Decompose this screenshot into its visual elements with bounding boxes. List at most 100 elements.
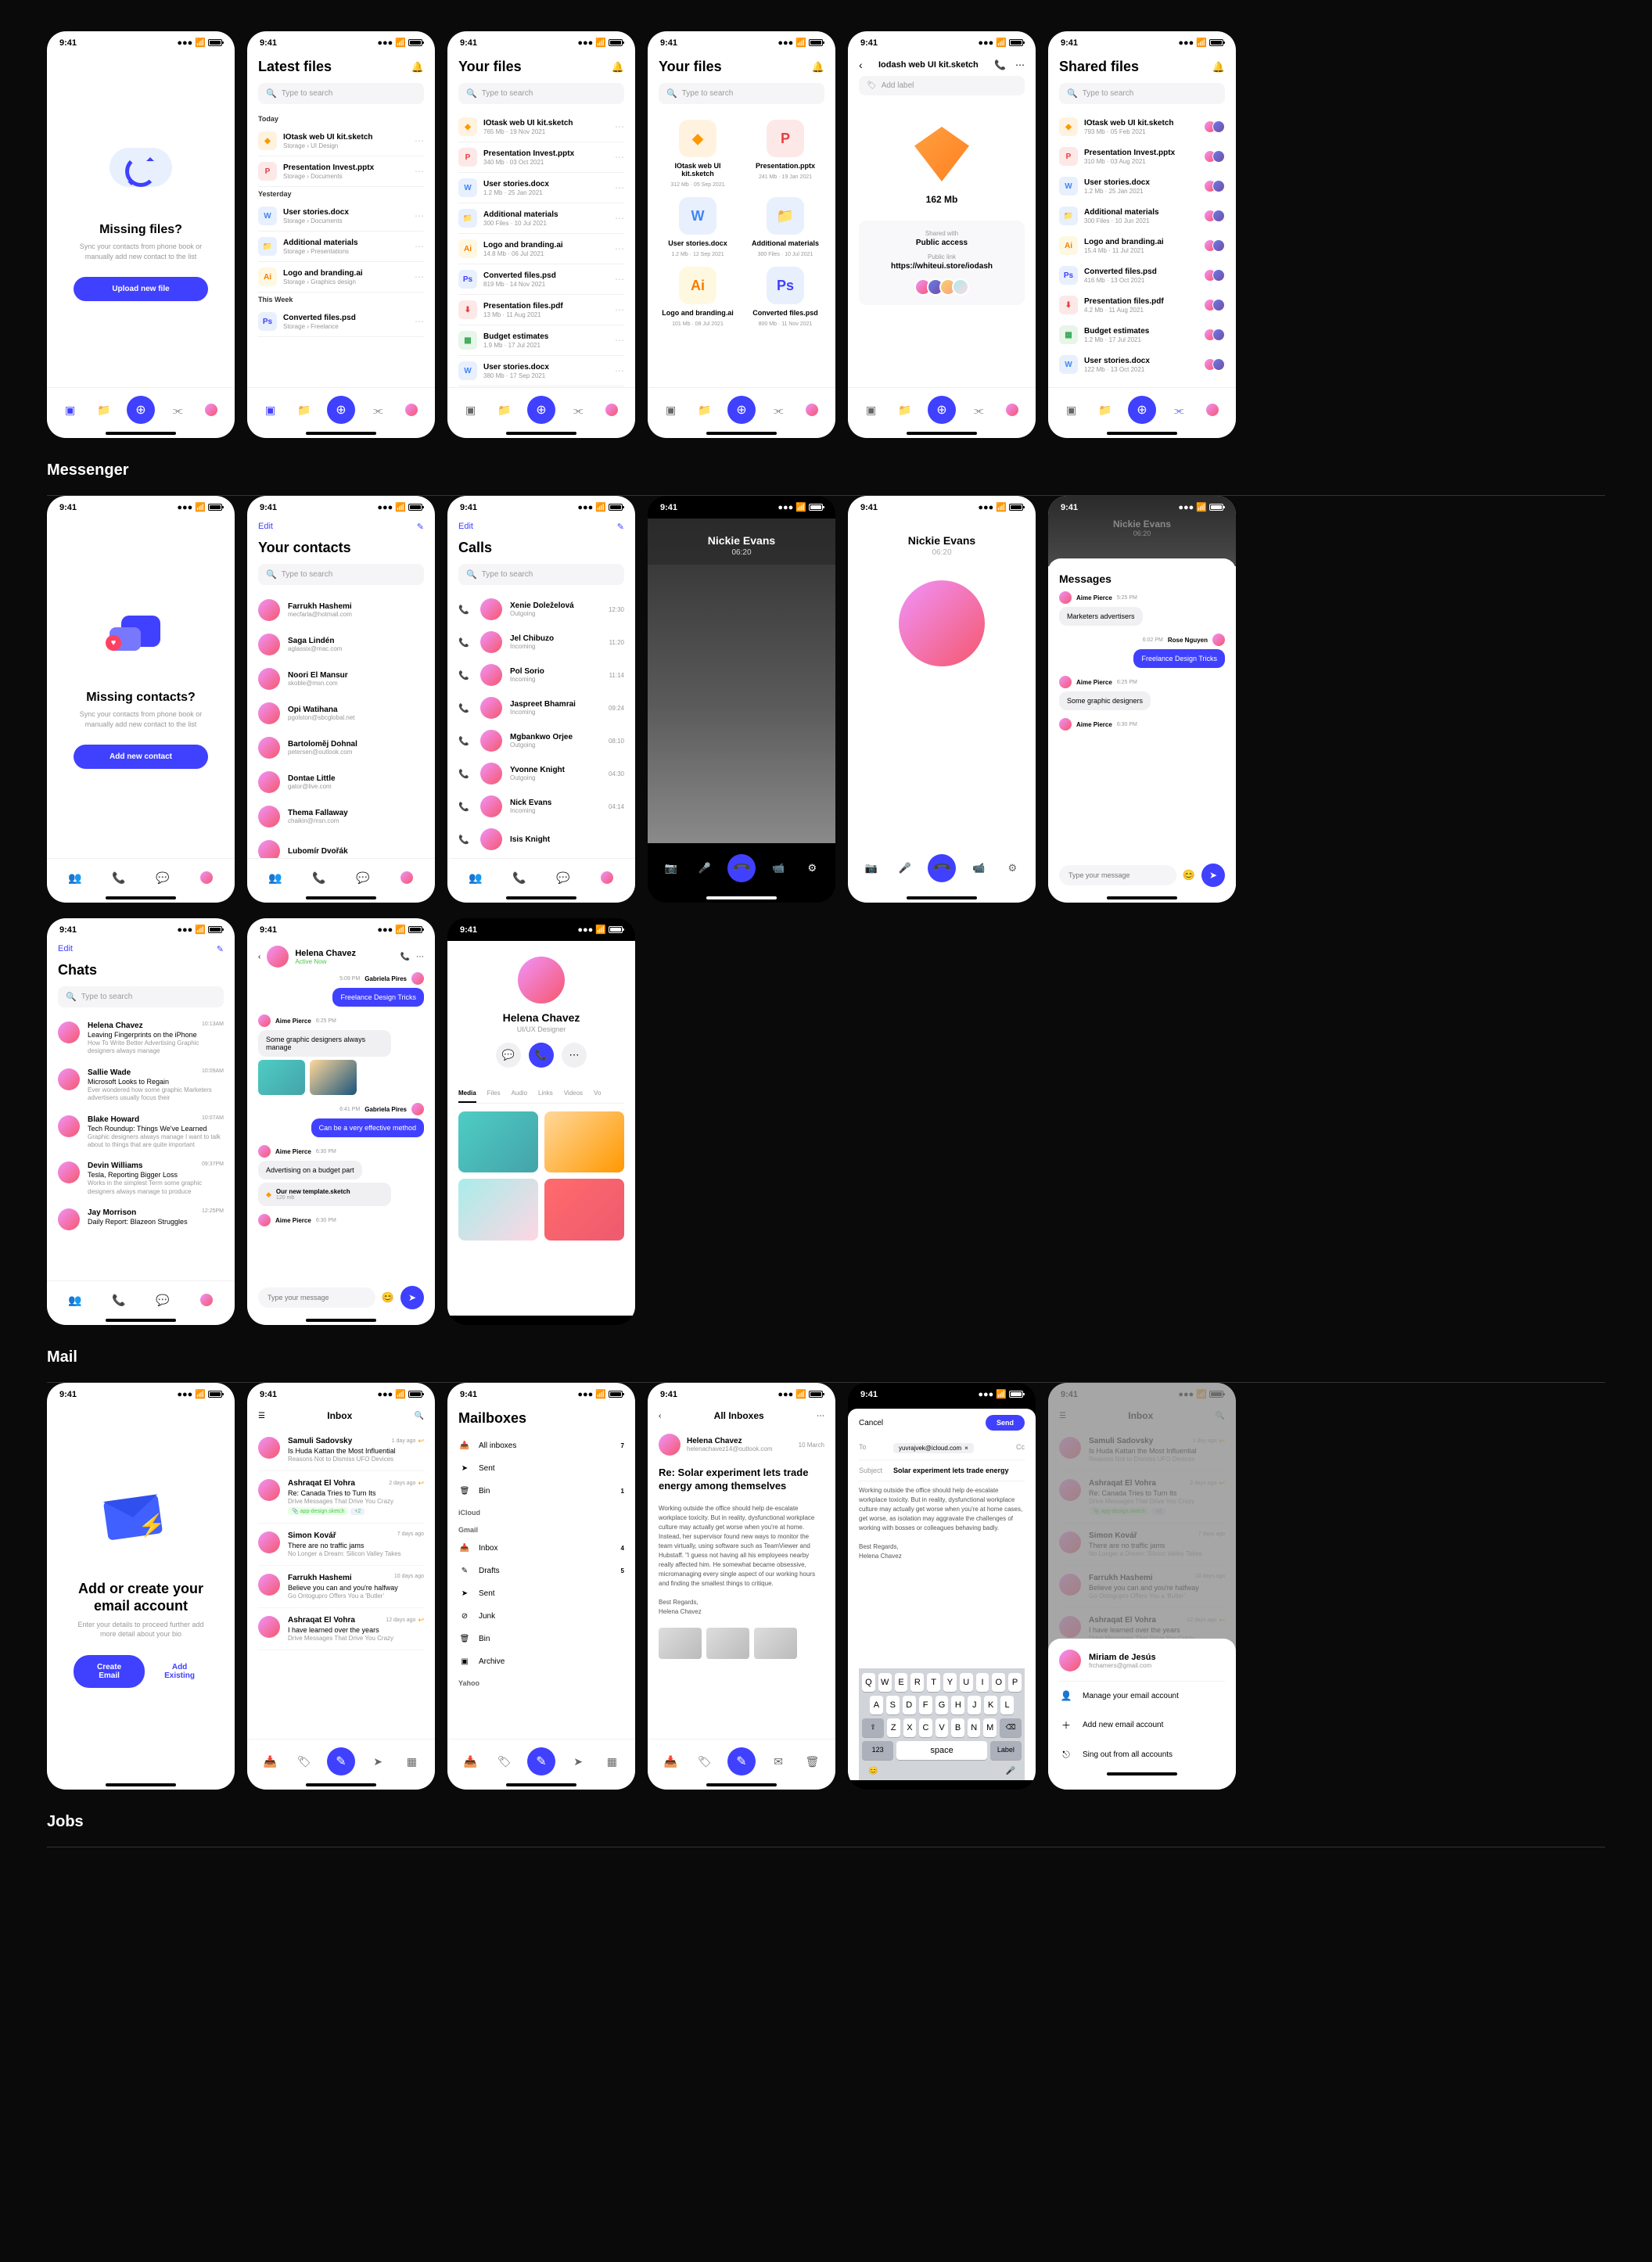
back-icon[interactable]: ‹ [258, 953, 260, 961]
file-card[interactable]: PPresentation.pptx241 Mb · 19 Jan 2021 [746, 120, 824, 188]
search-input[interactable]: 🔍Type to search [458, 564, 624, 585]
message-images[interactable] [258, 1060, 424, 1095]
nav-avatar[interactable] [196, 867, 217, 889]
key-I[interactable]: I [976, 1673, 989, 1692]
key-M[interactable]: M [983, 1718, 997, 1737]
nav-send-icon[interactable]: ➤ [367, 1750, 389, 1772]
nav-tag-icon[interactable]: 🏷 [293, 1750, 315, 1772]
tab-videos[interactable]: Videos [564, 1090, 583, 1097]
contact-row[interactable]: Lubomír Dvořák [258, 834, 424, 858]
nav-fab[interactable]: ⊕ [127, 396, 155, 424]
compose-icon[interactable]: ✎ [217, 944, 224, 954]
more-icon[interactable]: ⋯ [615, 365, 624, 376]
attachments[interactable] [659, 1621, 824, 1665]
contact-row[interactable]: Bartolomĕj Dohnalpetersen@outlook.com [258, 731, 424, 765]
attach-icon[interactable]: 😊 [1183, 869, 1195, 881]
file-row[interactable]: ▦Budget estimates1.9 Mb · 17 Jul 2021⋯ [458, 325, 624, 356]
mailbox-icloud[interactable]: iCloud [458, 1503, 624, 1520]
file-card[interactable]: ◆IOtask web UI kit.sketch312 Mb · 05 Sep… [659, 120, 737, 188]
file-row[interactable]: ◆IOtask web UI kit.sketchStorage › UI De… [258, 126, 424, 156]
key-A[interactable]: A [870, 1696, 883, 1714]
file-row[interactable]: AiLogo and branding.aiStorage › Graphics… [258, 262, 424, 293]
file-row[interactable]: AiLogo and branding.ai15.4 Mb · 11 Jul 2… [1059, 231, 1225, 260]
settings-icon[interactable]: ⚙ [1001, 857, 1023, 879]
mailbox-gmail[interactable]: Gmail [458, 1520, 624, 1537]
file-row[interactable]: 📁Additional materials300 Files · 10 Jul … [458, 203, 624, 234]
file-row[interactable]: 📁Additional materials300 Files · 10 Jun … [1059, 201, 1225, 231]
video-icon[interactable]: 📹 [767, 857, 789, 879]
cancel-button[interactable]: Cancel [859, 1419, 883, 1427]
send-button[interactable]: ➤ [1201, 864, 1225, 887]
nav-grid-icon[interactable]: ▦ [601, 1750, 623, 1772]
file-row[interactable]: PPresentation Invest.pptx340 Mb · 03 Oct… [458, 142, 624, 173]
nav-avatar[interactable] [1201, 399, 1223, 421]
add-contact-button[interactable]: Add new contact [74, 745, 208, 769]
nav-avatar[interactable] [400, 399, 422, 421]
key-B[interactable]: B [951, 1718, 964, 1737]
space-key[interactable]: space [896, 1741, 986, 1760]
media-item[interactable] [544, 1111, 624, 1172]
key-Y[interactable]: Y [943, 1673, 957, 1692]
email-row[interactable]: Farrukh Hashemi10 days agoBelieve you ca… [258, 1566, 424, 1608]
key-O[interactable]: O [992, 1673, 1005, 1692]
bell-icon[interactable]: 🔔 [612, 61, 624, 74]
file-row[interactable]: ▦Budget estimates1.2 Mb · 17 Jul 2021 [1059, 320, 1225, 350]
contact-row[interactable]: Dontae Littlegator@live.com [258, 765, 424, 799]
call-row[interactable]: 📞Yvonne KnightOutgoing04:30 [458, 757, 624, 790]
nav-avatar[interactable] [601, 399, 623, 421]
message-bubble[interactable]: Freelance Design Tricks [332, 988, 424, 1007]
key-P[interactable]: P [1008, 1673, 1022, 1692]
nav-home-icon[interactable]: ▣ [860, 399, 882, 421]
tab-audio[interactable]: Audio [512, 1090, 527, 1097]
nav-folder-icon[interactable]: 📁 [1094, 399, 1116, 421]
attach-icon[interactable]: 😊 [382, 1291, 394, 1304]
message-bubble[interactable]: Can be a very effective method [311, 1118, 424, 1137]
message-bubble[interactable]: Freelance Design Tricks [1133, 649, 1225, 668]
key-X[interactable]: X [903, 1718, 917, 1737]
nav-folder-icon[interactable]: 📁 [494, 399, 515, 421]
message-bubble[interactable]: Some graphic designers [1059, 691, 1151, 710]
tab-vo[interactable]: Vo [594, 1090, 601, 1097]
nav-folder-icon[interactable]: 📁 [694, 399, 716, 421]
more-icon[interactable]: ⋯ [415, 316, 424, 327]
shift-key[interactable]: ⇧ [862, 1718, 884, 1737]
key-R[interactable]: R [910, 1673, 924, 1692]
back-icon[interactable]: ‹ [859, 59, 863, 71]
chat-row[interactable]: Sallie Wade10:09AMMicrosoft Looks to Reg… [58, 1062, 224, 1109]
contact-row[interactable]: Opi Watihanapgolston@sbcglobal.net [258, 696, 424, 731]
add-icon[interactable]: ✎ [417, 522, 424, 532]
sheet-item[interactable]: ＋Add new email account [1059, 1710, 1225, 1740]
file-row[interactable]: ⬇Presentation files.pdf13 Mb · 11 Aug 20… [458, 295, 624, 325]
nav-avatar[interactable] [596, 867, 618, 889]
search-input[interactable]: 🔍Type to search [58, 986, 224, 1007]
sheet-item[interactable]: 👤Manage your email account [1059, 1682, 1225, 1710]
file-row[interactable]: WUser stories.docx122 Mb · 13 Oct 2021 [1059, 350, 1225, 379]
mailbox-row[interactable]: 📥All inboxes7 [458, 1434, 624, 1457]
key-V[interactable]: V [936, 1718, 949, 1737]
email-row[interactable]: Ashraqat El Vohra2 days ago ↩Re: Canada … [258, 1471, 424, 1524]
video-icon[interactable]: 📹 [968, 857, 989, 879]
nav-share-icon[interactable]: ⫘ [367, 399, 389, 421]
call-button[interactable]: 📞 [529, 1043, 554, 1068]
nav-tag-icon[interactable]: 🏷 [494, 1750, 515, 1772]
contact-row[interactable]: Thema Fallawaychaikin@msn.com [258, 799, 424, 834]
subject-field[interactable]: Solar experiment lets trade energy [893, 1467, 1009, 1474]
nav-send-icon[interactable]: ➤ [567, 1750, 589, 1772]
compose-fab[interactable]: ✎ [727, 1747, 756, 1775]
nav-chats-icon[interactable]: 💬 [352, 867, 374, 889]
key-N[interactable]: N [968, 1718, 981, 1737]
search-icon[interactable]: 🔍 [415, 1412, 424, 1420]
compose-fab[interactable]: ✎ [527, 1747, 555, 1775]
media-item[interactable] [544, 1179, 624, 1240]
file-row[interactable]: PPresentation Invest.pptx310 Mb · 03 Aug… [1059, 142, 1225, 171]
chat-row[interactable]: Devin Williams09:37PMTesla, Reporting Bi… [58, 1155, 224, 1202]
nav-contacts-icon[interactable]: 👥 [465, 867, 487, 889]
bell-icon[interactable]: 🔔 [1212, 61, 1225, 74]
more-icon[interactable]: ⋯ [415, 271, 424, 282]
nav-folder-icon[interactable]: 📁 [293, 399, 315, 421]
email-row[interactable]: Simon Kovář7 days agoThere are no traffi… [258, 1524, 424, 1566]
tab-links[interactable]: Links [538, 1090, 553, 1097]
nav-folder-icon[interactable]: 📁 [894, 399, 916, 421]
send-button[interactable]: Send [986, 1415, 1025, 1431]
email-row[interactable]: Farrukh Hashemi10 days agoBelieve you ca… [1059, 1566, 1225, 1608]
